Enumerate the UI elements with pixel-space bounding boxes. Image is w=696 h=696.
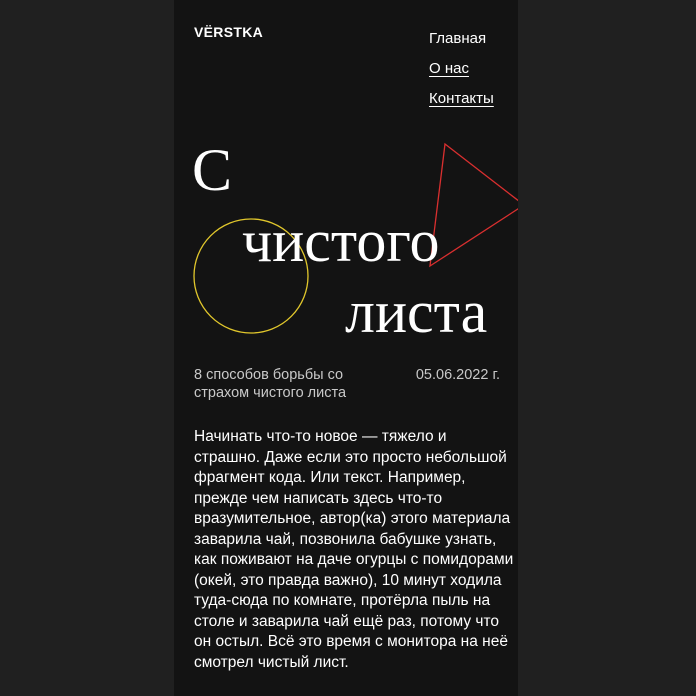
nav-item-home: Главная xyxy=(429,24,494,54)
nav-item-about: О нас xyxy=(429,54,494,84)
hero-title-line-1: С xyxy=(192,137,233,203)
site-logo[interactable]: VЁRSTKA xyxy=(194,24,263,40)
article-date: 05.06.2022 г. xyxy=(415,367,500,383)
nav-item-contacts: Контакты xyxy=(429,84,494,114)
hero-title-line-3: листа xyxy=(345,279,488,345)
nav-link-about[interactable]: О нас xyxy=(429,60,469,77)
hero: С чистого листа xyxy=(174,120,518,350)
main-nav: Главная О нас Контакты xyxy=(429,24,494,114)
nav-link-home[interactable]: Главная xyxy=(429,30,486,47)
page: VЁRSTKA Главная О нас Контакты С чистого… xyxy=(174,0,518,696)
article-subtitle: 8 способов борьбы со страхом чистого лис… xyxy=(194,367,347,401)
decorative-triangle xyxy=(429,142,518,268)
nav-link-contacts[interactable]: Контакты xyxy=(429,90,494,107)
hero-title-line-2: чистого xyxy=(242,208,440,274)
article-paragraph: Начинать что-то новое — тяжело и страшно… xyxy=(194,428,514,671)
